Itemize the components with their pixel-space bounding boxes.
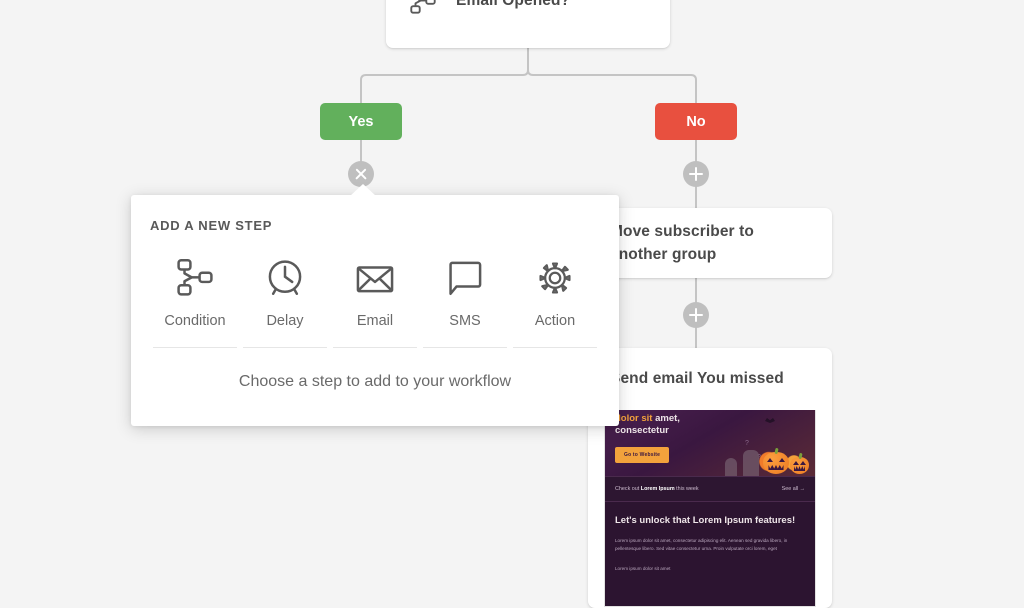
send-email-card-head: Send email You missed: [588, 348, 832, 410]
clock-icon: [262, 255, 308, 301]
bar-bold: Lorem Ipsum: [640, 486, 675, 492]
step-option-delay[interactable]: Delay: [243, 255, 327, 348]
email-see-all-link: See all →: [781, 486, 805, 492]
tombstone-icon: [725, 458, 737, 476]
trigger-card[interactable]: Email Opened?: [386, 0, 670, 48]
email-body-heading: Let's unlock that Lorem Ipsum features!: [615, 515, 796, 526]
envelope-icon: [352, 255, 398, 301]
send-email-card[interactable]: Send email You missed ? ?: [588, 348, 832, 608]
step-option-email[interactable]: Email: [333, 255, 417, 348]
popup-arrow: [350, 184, 376, 196]
trigger-card-title: Email Opened?: [456, 0, 571, 9]
step-option-label: Condition: [164, 313, 226, 329]
pumpkin-icon: [790, 452, 809, 474]
condition-branch-icon: [172, 255, 218, 301]
step-option-sms[interactable]: SMS: [423, 255, 507, 348]
condition-branch-icon: [408, 0, 438, 16]
step-option-label: Delay: [266, 313, 304, 329]
step-option-label: Email: [356, 313, 394, 329]
bar-prefix: Check out: [615, 486, 641, 492]
email-thumbnail-preview: ? ? dolor sit amet: [604, 410, 816, 607]
tombstone-icon: [743, 450, 759, 476]
hero-line1-accent: dolor sit: [615, 413, 653, 424]
move-subscriber-card[interactable]: Move subscriber to another group: [588, 208, 832, 278]
email-body-paragraph-2: Lorem ipsum dolor sit amet: [615, 565, 671, 571]
bar-suffix: this week: [674, 486, 699, 492]
step-options-list: Condition Delay Email SMS Action: [150, 255, 600, 348]
email-hero-text: dolor sit amet, consectetur: [615, 413, 725, 437]
step-option-condition[interactable]: Condition: [153, 255, 237, 348]
popup-footer-hint: Choose a step to add to your workflow: [238, 373, 512, 390]
add-step-popup: ADD A NEW STEP Condition Delay Email SMS…: [131, 184, 619, 426]
add-step-node-after-move[interactable]: [683, 302, 709, 328]
pumpkin-icon: [763, 447, 789, 474]
email-sub-bar: Check out Lorem Ipsum this week See all …: [605, 476, 815, 502]
hero-line2: consectetur: [615, 424, 669, 436]
email-body-section: Let's unlock that Lorem Ipsum features! …: [605, 502, 815, 606]
branch-label-yes[interactable]: Yes: [320, 103, 402, 140]
move-subscriber-card-title: Move subscriber to another group: [610, 222, 754, 263]
hero-line1-rest: amet,: [652, 413, 680, 424]
branch-label-no[interactable]: No: [655, 103, 737, 140]
email-body-paragraph: Lorem ipsum dolor sit amet, consectetur …: [615, 537, 788, 552]
workflow-canvas: Email Opened? Yes No Move subscriber to …: [0, 0, 1024, 608]
bat-icon: [765, 418, 775, 423]
decor-question-mark: ?: [745, 440, 749, 447]
step-option-label: SMS: [449, 313, 481, 329]
gear-icon: [532, 255, 578, 301]
step-option-label: Action: [534, 313, 576, 329]
email-hero-banner: ? ? dolor sit amet: [605, 410, 815, 476]
popup-title: ADD A NEW STEP: [150, 218, 273, 233]
email-hero-cta-button: Go to Website: [615, 447, 670, 463]
speech-bubble-icon: [442, 255, 488, 301]
send-email-card-title: Send email You missed: [610, 370, 784, 387]
add-step-node-no-branch[interactable]: [683, 161, 709, 187]
email-sub-bar-text: Check out Lorem Ipsum this week: [615, 486, 699, 492]
step-option-action[interactable]: Action: [513, 255, 597, 348]
